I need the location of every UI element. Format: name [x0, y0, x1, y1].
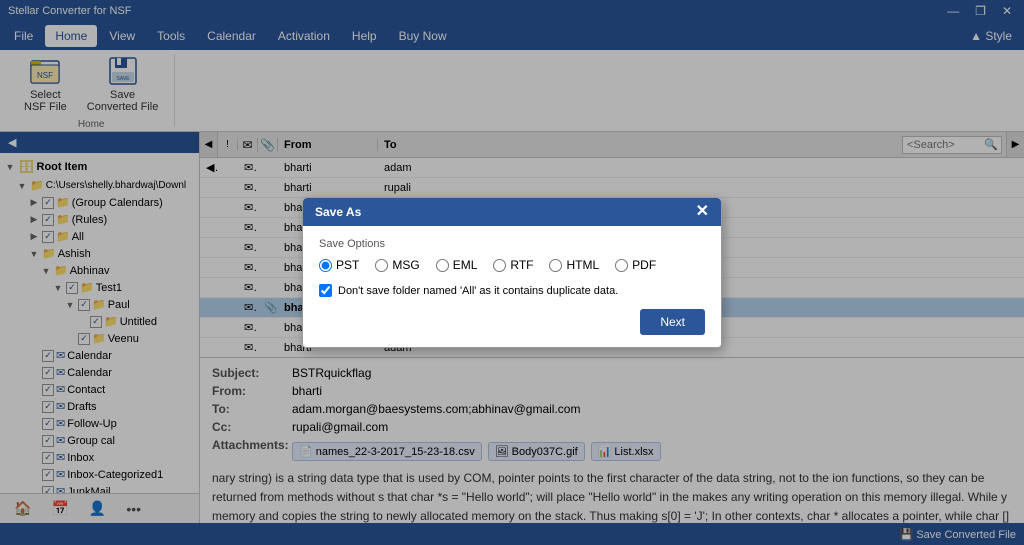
save-options-label: Save Options — [319, 238, 705, 250]
duplicate-checkbox[interactable] — [319, 284, 332, 297]
rtf-radio[interactable] — [493, 259, 506, 272]
modal-body: Save Options PST MSG EML RTF HTML — [303, 226, 721, 347]
modal-close-button[interactable]: ✕ — [696, 204, 709, 220]
pdf-radio[interactable] — [615, 259, 628, 272]
save-as-dialog: Save As ✕ Save Options PST MSG EML RTF — [302, 197, 722, 348]
format-rtf[interactable]: RTF — [493, 258, 533, 272]
duplicate-checkbox-row: Don't save folder named 'All' as it cont… — [319, 284, 705, 297]
duplicate-checkbox-label: Don't save folder named 'All' as it cont… — [338, 285, 618, 297]
html-radio[interactable] — [549, 259, 562, 272]
format-eml[interactable]: EML — [436, 258, 478, 272]
format-pdf[interactable]: PDF — [615, 258, 656, 272]
modal-title-bar: Save As ✕ — [303, 198, 721, 226]
eml-radio[interactable] — [436, 259, 449, 272]
pst-radio[interactable] — [319, 259, 332, 272]
format-pst[interactable]: PST — [319, 258, 359, 272]
format-radio-group: PST MSG EML RTF HTML PDF — [319, 258, 705, 272]
next-button[interactable]: Next — [640, 309, 705, 335]
format-html[interactable]: HTML — [549, 258, 599, 272]
modal-footer: Next — [319, 309, 705, 335]
modal-overlay: Save As ✕ Save Options PST MSG EML RTF — [0, 0, 1024, 545]
format-msg[interactable]: MSG — [375, 258, 419, 272]
modal-title: Save As — [315, 205, 361, 219]
msg-radio[interactable] — [375, 259, 388, 272]
